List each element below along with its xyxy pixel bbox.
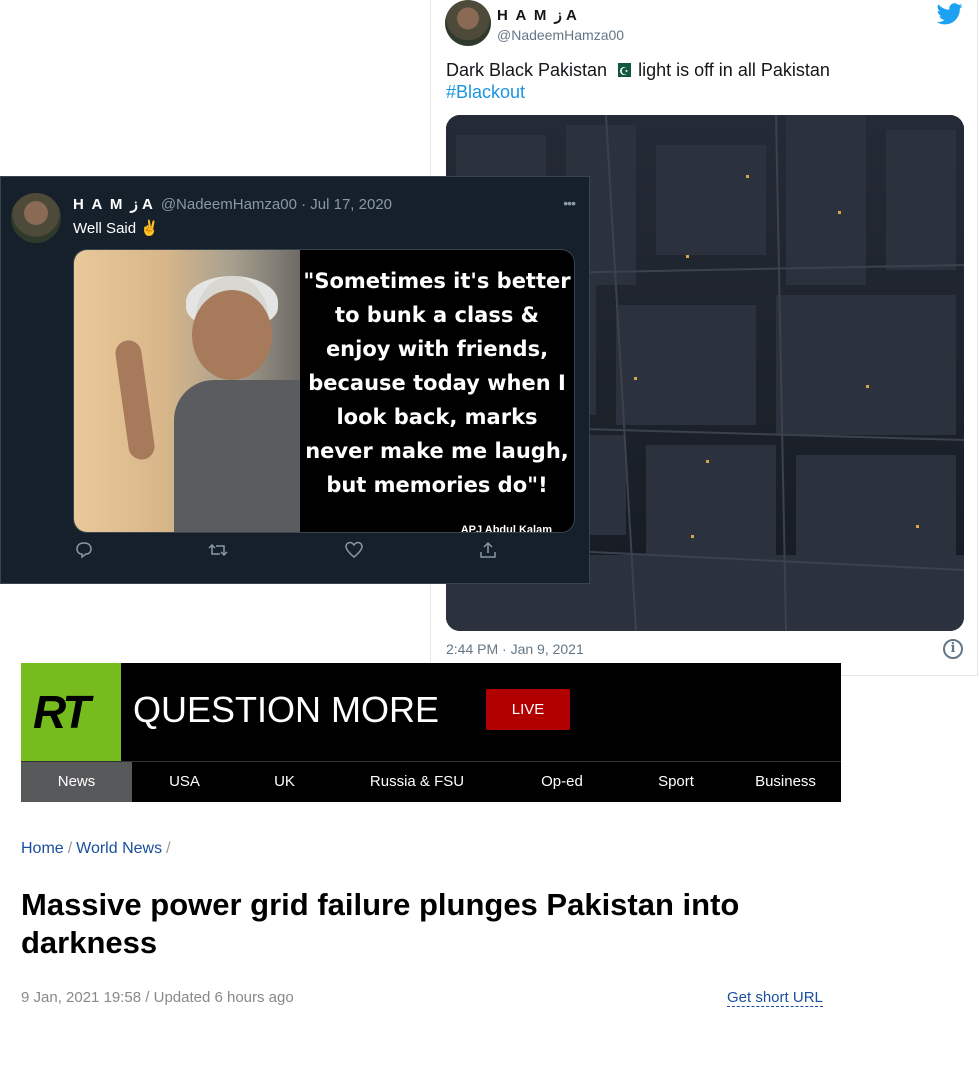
rt-logo-text: RT xyxy=(33,686,90,738)
reply-icon[interactable] xyxy=(73,541,95,563)
main-nav: News USA UK Russia & FSU Op-ed Sport Bus… xyxy=(21,761,841,802)
tweet-actions xyxy=(73,541,513,565)
tweet-author-name[interactable]: H A M ز A xyxy=(497,6,579,24)
tweet-text-before-flag: Dark Black Pakistan xyxy=(446,60,608,80)
breadcrumb-home[interactable]: Home xyxy=(21,840,64,857)
get-short-url-link[interactable]: Get short URL xyxy=(727,989,823,1007)
person-body-shape xyxy=(174,380,300,532)
nav-item-op-ed[interactable]: Op-ed xyxy=(502,762,622,802)
rt-logo[interactable]: RT xyxy=(21,663,121,761)
info-icon[interactable]: i xyxy=(943,639,963,659)
quote-text: "Sometimes it's better to bunk a class &… xyxy=(303,269,571,497)
hashtag-link[interactable]: #Blackout xyxy=(446,82,525,103)
tweet-author-handle[interactable]: @NadeemHamza00 xyxy=(497,27,624,43)
nav-item-news[interactable]: News xyxy=(21,762,132,802)
person-hand-shape xyxy=(113,338,157,462)
rt-header: RT QUESTION MORE LIVE xyxy=(21,663,841,761)
tweet-author-handle[interactable]: @NadeemHamza00 xyxy=(161,196,297,213)
nav-item-sport[interactable]: Sport xyxy=(622,762,730,802)
twitter-bird-icon[interactable] xyxy=(937,3,963,25)
tweet-text: Well Said ✌ xyxy=(73,220,159,237)
nav-item-uk[interactable]: UK xyxy=(237,762,332,802)
nav-item-usa[interactable]: USA xyxy=(132,762,237,802)
article-meta: 9 Jan, 2021 19:58 / Updated 6 hours ago xyxy=(21,989,294,1006)
tweet-image-quote-card[interactable]: "Sometimes it's better to bunk a class &… xyxy=(73,249,575,533)
share-icon[interactable] xyxy=(477,541,499,563)
breadcrumb: Home / World News / xyxy=(21,840,175,858)
more-options-icon[interactable]: ••• xyxy=(563,195,576,211)
person-head-shape xyxy=(192,290,272,380)
portrait-photo xyxy=(74,250,300,532)
embedded-tweet-quote: H A M ز A @NadeemHamza00 · Jul 17, 2020 •… xyxy=(0,176,590,584)
breadcrumb-separator: / xyxy=(166,840,171,857)
pakistan-flag-icon xyxy=(614,60,632,84)
quote-caption: APJ Abdul Kalam xyxy=(460,524,552,533)
tweet-header: H A M ز A @NadeemHamza00 · Jul 17, 2020 xyxy=(73,195,392,213)
tweet-author-name[interactable]: H A M ز A xyxy=(73,196,155,213)
rt-tagline: QUESTION MORE xyxy=(133,689,440,730)
tweet-date[interactable]: · Jul 17, 2020 xyxy=(301,196,392,213)
nav-item-business[interactable]: Business xyxy=(730,762,841,802)
avatar[interactable] xyxy=(11,193,61,243)
breadcrumb-world-news[interactable]: World News xyxy=(76,840,162,857)
avatar[interactable] xyxy=(445,0,491,46)
live-button[interactable]: LIVE xyxy=(486,689,570,730)
retweet-icon[interactable] xyxy=(207,541,229,563)
tweet-timestamp[interactable]: 2:44 PM · Jan 9, 2021 xyxy=(446,641,584,657)
like-icon[interactable] xyxy=(343,541,365,563)
breadcrumb-separator: / xyxy=(67,840,73,857)
article-headline: Massive power grid failure plunges Pakis… xyxy=(21,887,740,960)
tweet-text: Dark Black Pakistan light is off in all … xyxy=(446,58,830,84)
nav-item-russia-fsu[interactable]: Russia & FSU xyxy=(332,762,502,802)
tweet-text-after-flag: light is off in all Pakistan xyxy=(638,60,830,80)
